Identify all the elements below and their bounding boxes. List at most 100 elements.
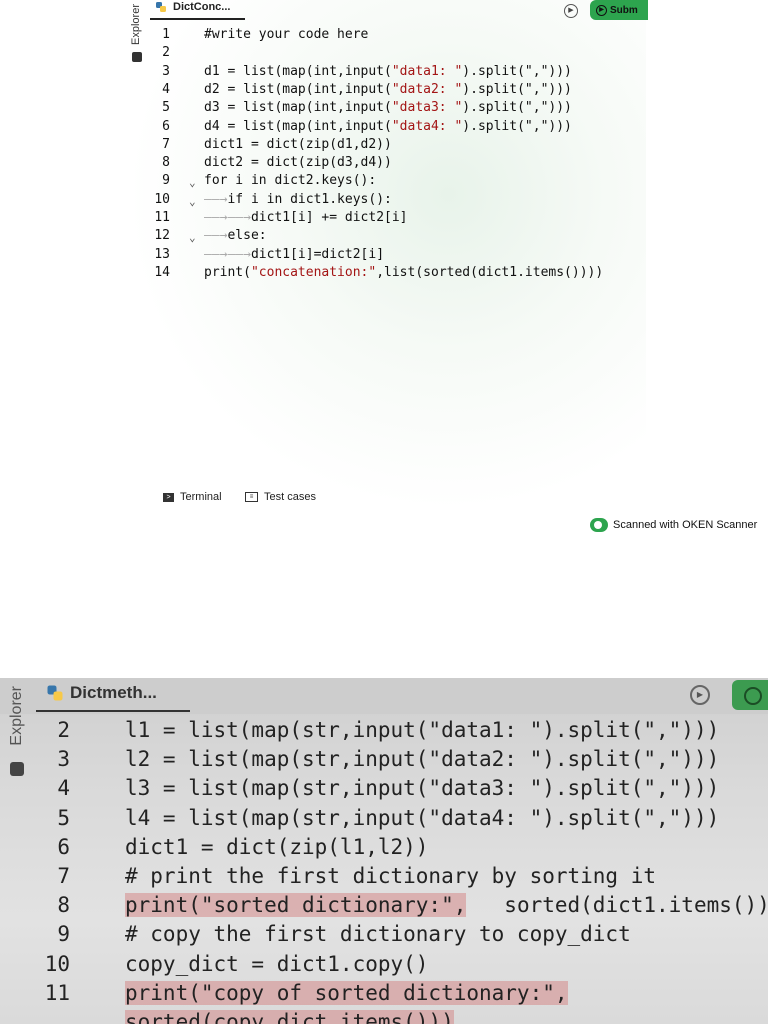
bottom-run-icon[interactable]: ▶ [690,685,710,705]
terminal-tab[interactable]: > Terminal [163,491,222,503]
bottom-code-line[interactable]: print("copy of sorted dictionary:", [125,980,568,1005]
line-number: 2 [162,45,170,61]
bottom-code-line[interactable]: copy_dict = dict1.copy() [125,952,428,976]
bottom-code-line[interactable]: l3 = list(map(str,input("data3: ").split… [125,776,719,800]
bottom-submit-button[interactable] [732,680,768,710]
file-tab[interactable]: DictConc... [155,1,230,13]
code-line[interactable]: dict1 = dict(zip(d1,d2)) [204,136,392,154]
code-token: d1 = list(map(int,input( [204,63,392,79]
terminal-icon: > [163,492,174,502]
fold-chevron-icon[interactable]: ⌄ [189,229,196,247]
highlighted-token: print("sorted dictionary:", [125,893,467,918]
bottom-explorer-sidebar[interactable]: Explorer [8,686,30,796]
code-token: l1 = list(map(str,input("data1: ").split… [125,718,720,742]
code-token: dict1[i]=dict2[i] [250,246,385,262]
bottom-code-line[interactable]: print("sorted dictionary:", sorted(dict1… [125,893,768,918]
code-token: "data1: " [391,63,463,79]
bottom-code-line[interactable]: l1 = list(map(str,input("data1: ").split… [125,718,719,742]
bottom-code-line[interactable]: sorted(copy_dict.items())) [125,1010,454,1024]
testcases-tab[interactable]: ≡ Test cases [245,491,316,503]
bottom-line-number: 6 [57,834,70,859]
bottom-line-number: 4 [57,776,70,801]
line-number: 14 [154,264,170,280]
code-token: dict1 = dict(zip(d1,d2)) [204,136,392,152]
code-token: d4 = list(map(int,input( [204,118,392,134]
code-line[interactable]: #write your code here [204,26,368,44]
python-icon [156,2,166,12]
line-number: 8 [162,155,170,171]
line-number: 12 [154,228,170,244]
run-icon[interactable]: ▶ [564,4,578,18]
code-token: l4 = list(map(str,input("data4: ").split… [125,805,720,830]
code-token: sorted(dict1.items()) [466,893,768,918]
code-token: ,list(sorted(dict1.items()))) [376,264,604,280]
bottom-python-icon [47,685,63,701]
code-line[interactable]: d1 = list(map(int,input("data1: ").split… [204,63,572,81]
bottom-code-line[interactable]: # print the first dictionary by sorting … [125,864,656,888]
code-line[interactable]: ——→——→dict1[i]=dict2[i] [204,246,384,264]
terminal-label: Terminal [180,491,222,503]
code-line[interactable]: d3 = list(map(int,input("data3: ").split… [204,99,572,117]
code-line[interactable]: ——→——→dict1[i] += dict2[i] [204,209,408,227]
line-number: 5 [162,100,170,116]
code-line[interactable]: dict2 = dict(zip(d3,d4)) [204,154,392,172]
bottom-code-line[interactable]: # copy the first dictionary to copy_dict [125,922,631,946]
code-line[interactable]: for i in dict2.keys(): [204,172,376,190]
bottom-explorer-label: Explorer [8,686,25,746]
line-number: 3 [162,63,170,79]
bottom-line-number: 8 [57,893,70,918]
bottom-line-number: 9 [57,922,70,947]
line-number: 4 [162,81,170,97]
code-line[interactable]: d4 = list(map(int,input("data4: ").split… [204,118,572,136]
bottom-code-line[interactable]: dict1 = dict(zip(l1,l2)) [125,835,428,859]
top-editor-screenshot: Explorer DictConc... ▶ ▶ Subm 1 #write yo… [0,0,768,540]
code-token: "data3: " [391,100,463,116]
code-token: d3 = list(map(int,input( [204,100,392,116]
bottom-line-number: 3 [57,747,70,772]
code-token: copy_dict = dict1.copy() [125,951,429,976]
indent-marker: ——→ [204,228,228,244]
code-line[interactable]: ——→else: [204,227,267,245]
code-token: #write your code here [204,27,369,42]
line-number: 9 [162,173,170,189]
scanner-watermark: Scanned with OKEN Scanner [590,518,757,532]
bottom-line-number: 10 [44,951,70,976]
code-token: dict2 = dict(zip(d3,d4)) [204,155,392,171]
code-token: ).split(","))) [462,63,572,79]
fold-chevron-icon[interactable]: ⌄ [189,174,196,192]
submit-button[interactable]: ▶ Subm [590,0,648,20]
bottom-code-line[interactable]: l2 = list(map(str,input("data2: ").split… [125,747,719,771]
fold-chevron-icon[interactable]: ⌄ [189,193,196,211]
bottom-line-number: 11 [44,980,70,1005]
code-token: "data2: " [391,81,463,97]
code-token: ).split(","))) [462,100,572,116]
indent-marker: ——→——→ [204,246,251,262]
scanner-label: Scanned with OKEN Scanner [613,519,758,531]
bottom-line-number: 2 [57,718,70,742]
code-token: print( [204,264,251,280]
bottom-code-line[interactable]: l4 = list(map(str,input("data4: ").split… [125,806,719,830]
bottom-active-tab-underline [36,710,190,712]
line-number: 13 [154,246,170,262]
bottom-explorer-icon [10,762,24,776]
active-tab-underline [150,18,245,20]
submit-label: Subm [610,4,638,16]
indent-marker: ——→——→ [204,210,251,225]
highlighted-token: print("copy of sorted dictionary:", [125,980,568,1005]
code-token: for i in dict2.keys(): [204,173,377,189]
code-token: l2 = list(map(str,input("data2: ").split… [125,747,720,772]
bottom-tab-label: Dictmeth... [70,683,157,702]
code-line[interactable]: d2 = list(map(int,input("data2: ").split… [204,81,572,99]
code-token: # print the first dictionary by sorting … [125,864,657,888]
code-token: dict1 = dict(zip(l1,l2)) [125,834,429,859]
play-icon: ▶ [596,4,607,16]
scanner-logo-icon [590,518,608,532]
code-token: ).split(","))) [462,81,572,97]
bottom-file-tab[interactable]: Dictmeth... [46,683,157,703]
tab-label: DictConc... [173,1,231,13]
code-line[interactable]: ——→if i in dict1.keys(): [204,191,392,209]
code-token: dict1[i] += dict2[i] [250,210,408,225]
line-number: 1 [162,27,170,42]
code-line[interactable]: print("concatenation:",list(sorted(dict1… [204,264,603,282]
code-token: # copy the first dictionary to copy_dict [125,922,631,947]
